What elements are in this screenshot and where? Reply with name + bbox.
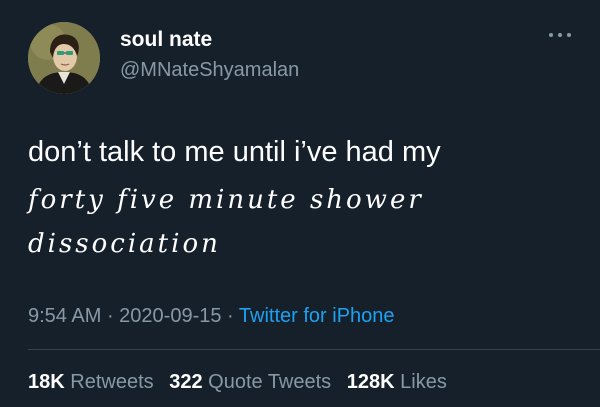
meta-separator: ·	[101, 305, 120, 327]
tweet-date[interactable]: 2020-09-15	[119, 305, 221, 327]
avatar[interactable]	[28, 22, 100, 94]
retweets-stat[interactable]: 18K Retweets	[28, 371, 154, 393]
more-horizontal-icon[interactable]	[546, 28, 574, 44]
quote-tweets-stat[interactable]: 322 Quote Tweets	[169, 371, 331, 393]
quote-tweets-count: 322	[169, 371, 203, 393]
retweets-label: Retweets	[70, 371, 154, 393]
tweet-source-link[interactable]: Twitter for iPhone	[239, 305, 395, 327]
retweets-count: 18K	[28, 371, 65, 393]
likes-label: Likes	[400, 371, 447, 393]
quote-tweets-label: Quote Tweets	[208, 371, 332, 393]
divider	[28, 349, 600, 350]
tweet-text: don’t talk to me until i’ve had my	[28, 136, 441, 168]
meta-separator: ·	[221, 305, 239, 327]
author-display-name[interactable]: soul nate	[120, 28, 212, 52]
tweet-time[interactable]: 9:54 AM	[28, 305, 101, 327]
avatar-portrait-icon	[28, 22, 100, 94]
likes-stat[interactable]: 128K Likes	[347, 371, 447, 393]
author-handle[interactable]: @MNateShyamalan	[120, 59, 299, 82]
tweet-meta: 9:54 AM · 2020-09-15 · Twitter for iPhon…	[28, 305, 395, 328]
likes-count: 128K	[346, 371, 395, 393]
tweet-stats: 18K Retweets 322 Quote Tweets 128K Likes	[28, 371, 457, 394]
tweet-detail: soul nate @MNateShyamalan don’t talk to …	[0, 0, 600, 407]
tweet-script-text: forty five minute shower dissociation	[28, 185, 424, 259]
